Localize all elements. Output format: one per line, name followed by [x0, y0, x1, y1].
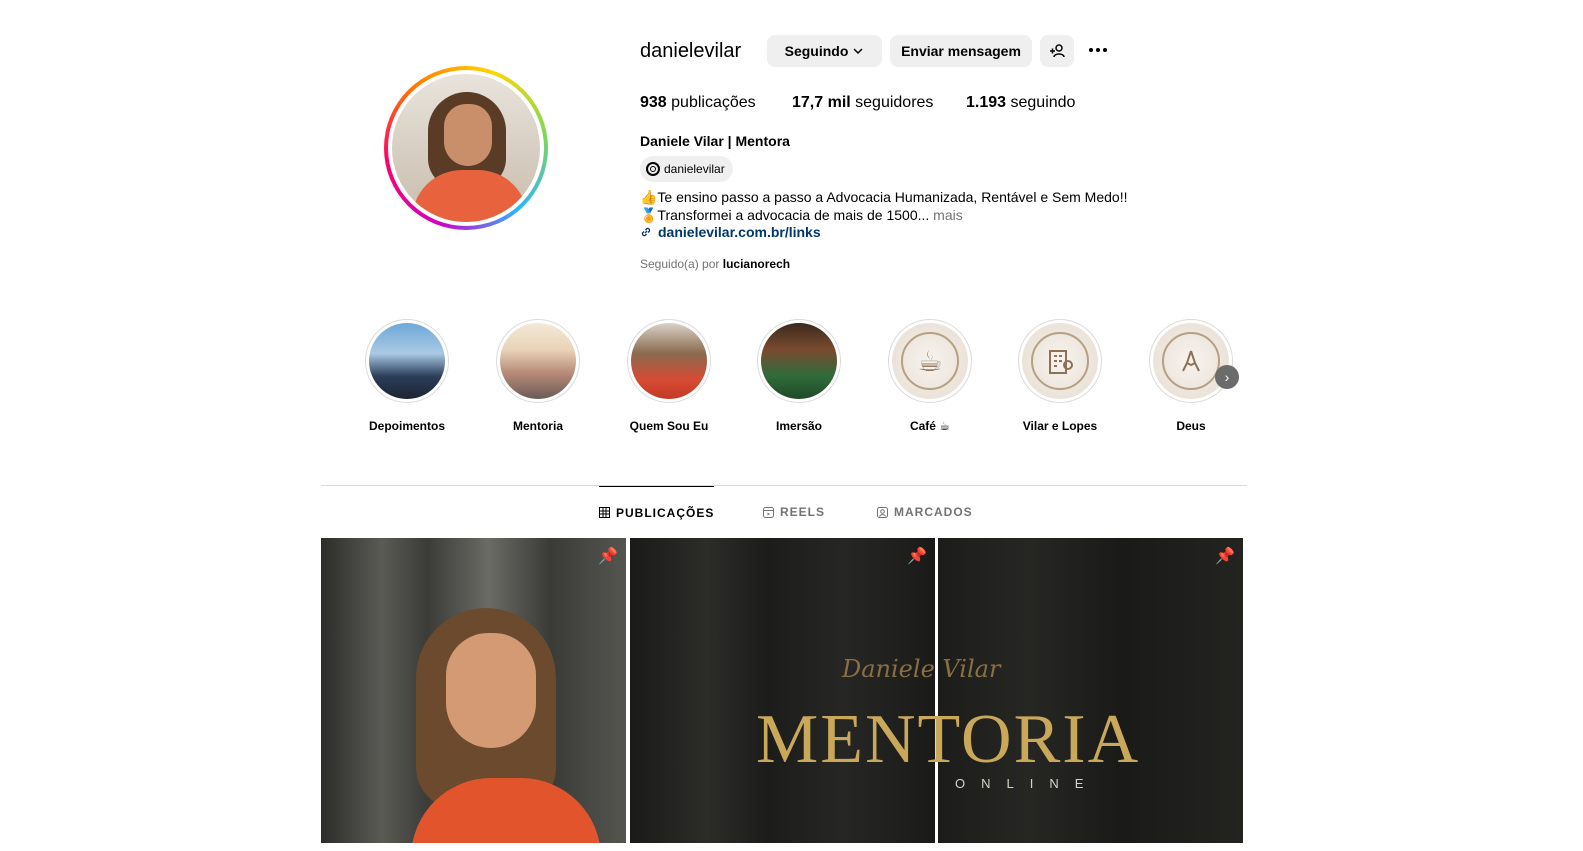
profile-avatar-story-ring[interactable]	[384, 66, 548, 230]
avatar	[392, 74, 540, 222]
pinned-icon: 📌	[598, 548, 618, 565]
highlight-cover	[500, 323, 576, 399]
profile-username: danielevilar	[640, 40, 742, 62]
link-icon	[641, 227, 651, 237]
threads-icon	[646, 162, 660, 176]
avatar-gap	[388, 70, 544, 226]
reels-icon	[763, 506, 774, 518]
highlight-imersao[interactable]: Imersão	[749, 319, 849, 433]
more-options-icon[interactable]	[1086, 42, 1110, 58]
link-text: danielevilar.com.br/links	[658, 224, 821, 240]
post-photo-face-shape	[446, 633, 536, 748]
highlight-label: Vilar e Lopes	[1022, 419, 1098, 433]
highlight-cover	[1153, 323, 1229, 399]
tab-posts[interactable]: PUBLICAÇÕES	[599, 486, 715, 538]
stat-posts: 938 publicações	[640, 94, 756, 111]
highlight-cover: ☕	[892, 323, 968, 399]
highlight-mentoria[interactable]: Mentoria	[488, 319, 588, 433]
profile-external-link[interactable]: danielevilar.com.br/links	[640, 224, 821, 240]
highlight-ring	[496, 319, 580, 403]
post-thumbnail[interactable]: 📌	[630, 538, 935, 843]
highlight-label: Mentoria	[512, 419, 563, 433]
highlight-ring	[365, 319, 449, 403]
tab-tagged[interactable]: MARCADOS	[877, 486, 973, 538]
chevron-down-icon	[853, 48, 863, 55]
highlight-ring	[757, 319, 841, 403]
stat-following[interactable]: 1.193 seguindo	[966, 94, 1075, 112]
highlight-cover	[1022, 323, 1098, 399]
threads-handle: danielevilar	[664, 162, 725, 176]
highlight-cafe[interactable]: ☕ Café ☕	[880, 319, 980, 433]
avatar-body-shape	[412, 170, 528, 222]
post-title: MENTORIA	[756, 701, 1141, 778]
highlight-depoimentos[interactable]: Depoimentos	[357, 319, 457, 433]
bio-line-1: 👍Te ensino passo a passo a Advocacia Hum…	[640, 189, 1128, 205]
grid-icon	[599, 507, 610, 518]
followed-by[interactable]: Seguido(a) por lucianorech	[640, 257, 790, 271]
avatar-face-shape	[444, 104, 492, 166]
highlight-label: Quem Sou Eu	[629, 419, 709, 433]
highlight-ring	[1149, 319, 1233, 403]
pinned-icon: 📌	[907, 548, 927, 565]
highlights-next-arrow-icon[interactable]: ›	[1215, 365, 1239, 389]
coffee-cup-icon: ☕	[901, 332, 959, 390]
highlight-vilar-e-lopes[interactable]: Vilar e Lopes	[1010, 319, 1110, 433]
add-user-icon	[1050, 44, 1065, 58]
bio-more-link[interactable]: mais	[933, 207, 963, 223]
post-thumbnail[interactable]: 📌	[938, 538, 1243, 843]
highlight-quem-sou-eu[interactable]: Quem Sou Eu	[619, 319, 719, 433]
highlight-ring	[1018, 319, 1102, 403]
praying-hands-icon	[1162, 332, 1220, 390]
suggest-users-button[interactable]	[1040, 35, 1074, 67]
threads-badge[interactable]: danielevilar	[640, 156, 733, 182]
following-button[interactable]: Seguindo	[767, 35, 882, 67]
post-thumbnail[interactable]: 📌	[321, 538, 626, 843]
highlight-ring: ☕	[888, 319, 972, 403]
post-subtitle: ONLINE	[955, 776, 1100, 791]
post-signature: Daniele Vilar	[842, 655, 1001, 683]
profile-bio: 👍Te ensino passo a passo a Advocacia Hum…	[640, 188, 1127, 224]
send-message-button[interactable]: Enviar mensagem	[890, 35, 1032, 67]
following-button-label: Seguindo	[784, 43, 849, 59]
highlight-cover	[761, 323, 837, 399]
highlight-ring	[627, 319, 711, 403]
stat-followers[interactable]: 17,7 mil seguidores	[792, 94, 933, 112]
tab-reels[interactable]: REELS	[763, 486, 825, 538]
tagged-icon	[877, 506, 888, 518]
profile-full-name: Daniele Vilar | Mentora	[640, 133, 790, 149]
highlight-label: Café ☕	[909, 419, 951, 433]
bio-line-2: 🏅Transformei a advocacia de mais de 1500…	[640, 207, 963, 223]
pinned-icon: 📌	[1215, 548, 1235, 565]
highlight-cover	[369, 323, 445, 399]
highlight-label: Deus	[1176, 419, 1206, 433]
building-location-icon	[1031, 332, 1089, 390]
highlight-cover	[631, 323, 707, 399]
highlight-label: Depoimentos	[368, 419, 445, 433]
highlight-label: Imersão	[775, 419, 823, 433]
